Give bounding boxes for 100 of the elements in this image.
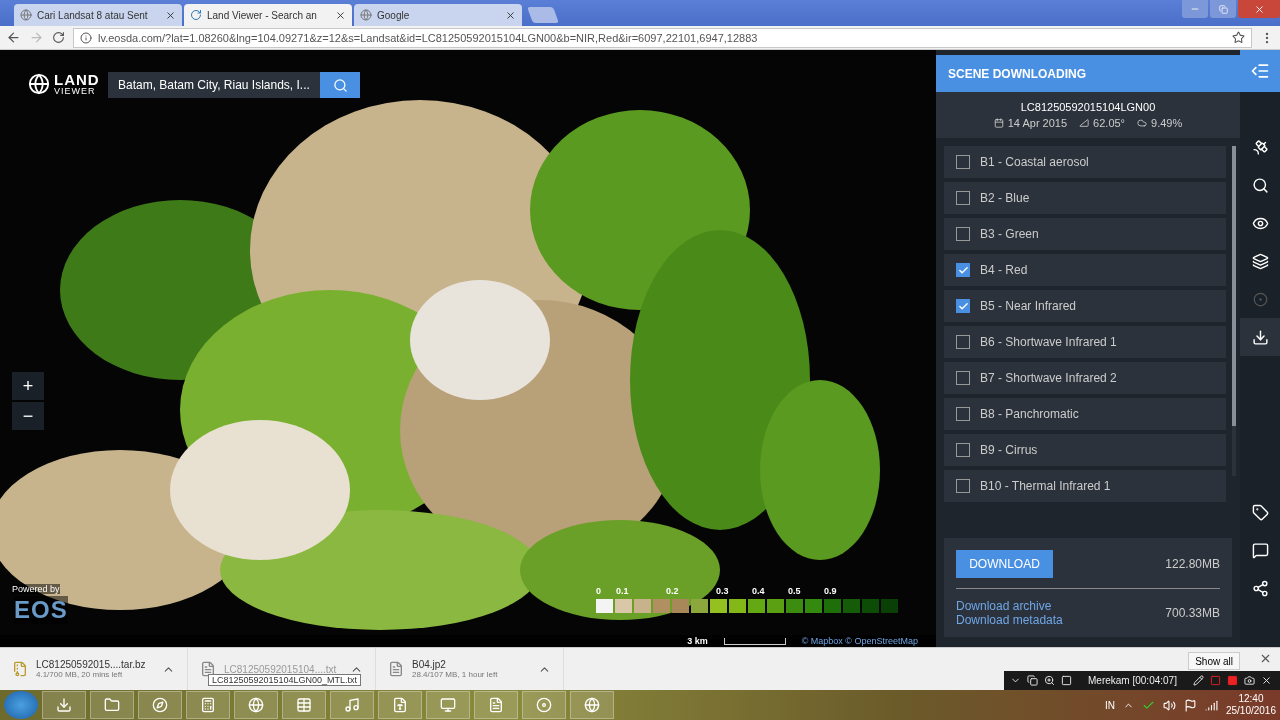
taskbar-app-button[interactable]	[234, 691, 278, 719]
indent-list-icon	[1250, 61, 1270, 81]
search-button[interactable]	[320, 72, 360, 98]
music-icon	[344, 697, 360, 713]
powered-by-text: Powered by	[12, 584, 60, 594]
globe-icon	[248, 697, 264, 713]
search-icon	[332, 77, 348, 93]
close-icon[interactable]	[1260, 675, 1272, 686]
band-checkbox[interactable]	[956, 443, 970, 457]
volume-icon[interactable]	[1162, 698, 1176, 712]
start-button[interactable]	[4, 691, 38, 719]
zoom-in-button[interactable]: +	[12, 372, 44, 400]
monitor-icon	[440, 697, 456, 713]
scale-bar	[723, 637, 786, 645]
flag-icon[interactable]	[1183, 698, 1197, 712]
taskbar-app-button[interactable]	[186, 691, 230, 719]
close-icon[interactable]	[335, 9, 346, 21]
taskbar-app-button[interactable]	[570, 691, 614, 719]
taskbar-app-button[interactable]	[282, 691, 326, 719]
language-indicator[interactable]: IN	[1104, 699, 1115, 711]
show-all-button[interactable]: Show all	[1188, 652, 1240, 670]
scene-date: 14 Apr 2015	[1007, 117, 1068, 129]
clock[interactable]: 12:40 25/10/2016	[1225, 693, 1276, 717]
taskbar-app-button[interactable]	[378, 691, 422, 719]
band-checkbox[interactable]	[956, 227, 970, 241]
band-label: B7 - Shortwave Infrared 2	[980, 371, 1117, 385]
band-label: B6 - Shortwave Infrared 1	[980, 335, 1117, 349]
band-row[interactable]: B7 - Shortwave Infrared 2	[944, 362, 1226, 394]
band-label: B10 - Thermal Infrared 1	[980, 479, 1111, 493]
pencil-icon[interactable]	[1192, 675, 1204, 686]
taskbar-app-button[interactable]	[42, 691, 86, 719]
region-icon[interactable]	[1061, 675, 1072, 686]
band-label: B2 - Blue	[980, 191, 1030, 205]
address-bar[interactable]: lv.eosda.com/?lat=1.08260&lng=104.09271&z=12&s=Landsat&id=LC81250592015104LGN00&b=NIR,Red&ir=6097,22101,6947,12883	[73, 27, 1252, 48]
search-icon	[1251, 176, 1269, 194]
chat-icon	[1251, 541, 1269, 559]
download-link[interactable]: Download archive	[956, 599, 1063, 613]
band-row[interactable]: B8 - Panchromatic	[944, 398, 1226, 430]
band-checkbox[interactable]	[956, 371, 970, 385]
download-icon	[56, 697, 72, 713]
band-label: B4 - Red	[980, 263, 1028, 277]
sidebar-tool-button[interactable]	[1240, 318, 1280, 356]
band-row[interactable]: B2 - Blue	[944, 182, 1226, 214]
band-row[interactable]: B9 - Cirrus	[944, 434, 1226, 466]
band-checkbox[interactable]	[956, 479, 970, 493]
taskbar-app-button[interactable]	[474, 691, 518, 719]
cloud-icon	[1137, 118, 1148, 128]
zoom-icon[interactable]	[1044, 675, 1055, 686]
band-row[interactable]: B4 - Red	[944, 254, 1226, 286]
browser-tab[interactable]: Cari Landsat 8 atau Sent	[14, 4, 182, 26]
compass-icon	[152, 697, 168, 713]
tag-icon	[1251, 503, 1269, 521]
band-label: B1 - Coastal aerosol	[980, 155, 1089, 169]
close-icon	[1259, 652, 1272, 665]
calendar-icon	[993, 118, 1004, 128]
signal-icon[interactable]	[1204, 698, 1218, 712]
camera-icon[interactable]	[1243, 675, 1255, 686]
close-icon[interactable]	[505, 9, 516, 21]
band-row[interactable]: B3 - Green	[944, 218, 1226, 250]
band-checkbox[interactable]	[956, 407, 970, 421]
band-checkbox[interactable]	[956, 299, 970, 313]
taskbar-app-button[interactable]	[426, 691, 470, 719]
browser-tab[interactable]: Google	[354, 4, 522, 26]
page-icon	[360, 9, 372, 21]
stop-icon[interactable]	[1226, 675, 1238, 686]
band-checkbox[interactable]	[956, 263, 970, 277]
scrollbar-thumb[interactable]	[1232, 146, 1236, 426]
zoom-out-button[interactable]: −	[12, 402, 44, 430]
band-label: B3 - Green	[980, 227, 1039, 241]
taskbar-app-button[interactable]	[522, 691, 566, 719]
logo-subtext: VIEWER	[54, 87, 97, 96]
taskbar-app-button[interactable]	[90, 691, 134, 719]
info-icon	[80, 31, 92, 44]
location-search-field[interactable]: Batam, Batam City, Riau Islands, I...	[108, 72, 360, 98]
close-button[interactable]	[1259, 652, 1272, 665]
cloud-cover: 9.49%	[1151, 117, 1183, 129]
download-link[interactable]: Download metadata	[956, 613, 1063, 627]
page-icon	[20, 9, 32, 21]
back-icon[interactable]	[6, 30, 21, 45]
browser-tab[interactable]: Land Viewer - Search an	[184, 4, 352, 26]
legend-label: 0.5	[788, 586, 802, 596]
spreadsheet-icon	[296, 697, 312, 713]
scene-id: LC81250592015104LGN00	[1020, 101, 1156, 113]
band-checkbox[interactable]	[956, 191, 970, 205]
close-icon[interactable]	[165, 9, 176, 21]
bookmark-star-icon[interactable]	[1232, 31, 1245, 44]
windows-icon[interactable]	[1027, 675, 1038, 686]
band-row[interactable]: B5 - Near Infrared	[944, 290, 1226, 322]
collapse-panel-button[interactable]	[1240, 50, 1280, 92]
band-checkbox[interactable]	[956, 335, 970, 349]
reload-icon[interactable]	[52, 31, 65, 44]
band-row[interactable]: B6 - Shortwave Infrared 1	[944, 326, 1226, 358]
globe-icon	[584, 697, 600, 713]
band-row[interactable]: B10 - Thermal Infrared 1	[944, 470, 1226, 502]
band-checkbox[interactable]	[956, 155, 970, 169]
band-row[interactable]: B1 - Coastal aerosol	[944, 146, 1226, 178]
archive-file-icon	[12, 661, 28, 677]
taskbar-app-button[interactable]	[330, 691, 374, 719]
taskbar-app-button[interactable]	[138, 691, 182, 719]
legend-label: 0.3	[716, 586, 730, 596]
